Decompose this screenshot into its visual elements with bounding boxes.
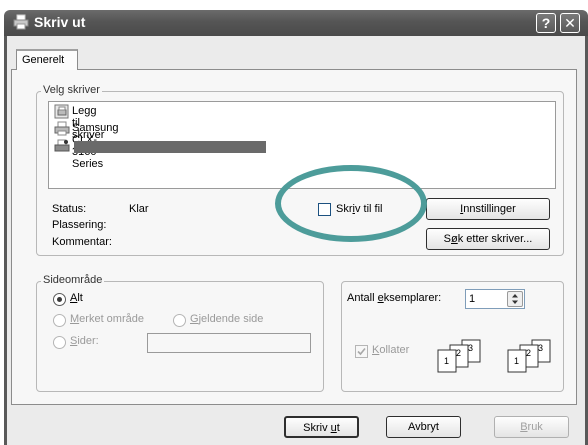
radio-pages-label[interactable]: Sider: — [70, 335, 99, 347]
printer-icon — [54, 139, 70, 152]
copies-input[interactable]: 1 — [465, 289, 525, 309]
status-value: Klar — [129, 203, 149, 215]
svg-text:1: 1 — [444, 356, 449, 366]
radio-selection[interactable] — [53, 314, 66, 327]
cancel-button[interactable]: Avbryt — [386, 416, 461, 438]
collate-checkbox[interactable] — [355, 345, 368, 358]
comment-label: Kommentar: — [52, 236, 112, 248]
checkmark-icon — [357, 347, 366, 356]
tab-generelt[interactable]: Generelt — [16, 49, 78, 70]
find-printer-button[interactable]: Søk etter skriver... — [426, 228, 550, 250]
pages-input[interactable] — [147, 333, 311, 353]
svg-text:2: 2 — [526, 348, 531, 358]
copies-label: Antall eksemplarer: — [347, 292, 442, 304]
print-button[interactable]: Skriv ut — [284, 416, 359, 438]
radio-selected-dot — [57, 297, 62, 302]
settings-button[interactable]: Innstillinger — [426, 198, 550, 220]
close-icon: ✕ — [564, 15, 576, 31]
tab-label: Generelt — [22, 54, 65, 66]
status-label: Status: — [52, 203, 87, 215]
spinner-arrows-icon — [512, 294, 518, 304]
radio-all[interactable] — [53, 293, 66, 306]
radio-current-page[interactable] — [173, 314, 186, 327]
radio-current-page-label[interactable]: Gjeldende side — [190, 313, 263, 325]
printer-group-label: Velg skriver — [41, 84, 102, 96]
svg-text:3: 3 — [468, 343, 473, 353]
page-range-group-label: Sideområde — [41, 274, 105, 286]
help-button[interactable]: ? — [536, 13, 556, 33]
collate-illustration-icon: 3 2 1 3 2 1 — [437, 339, 551, 373]
apply-button[interactable]: Bruk — [494, 416, 569, 438]
collate-label[interactable]: Kollater — [372, 344, 409, 356]
svg-text:2: 2 — [456, 348, 461, 358]
svg-text:1: 1 — [514, 356, 519, 366]
close-button[interactable]: ✕ — [560, 13, 580, 33]
copies-value: 1 — [469, 293, 476, 305]
printer-icon — [54, 121, 70, 136]
redacted-printer-name — [74, 141, 266, 153]
title-bar[interactable]: Skriv ut ? ✕ — [4, 10, 588, 36]
printer-icon — [13, 14, 29, 30]
radio-selection-label[interactable]: Merket område — [70, 313, 144, 325]
location-label: Plassering: — [52, 219, 107, 231]
printer-list-item-redacted[interactable] — [54, 139, 294, 155]
radio-pages[interactable] — [53, 336, 66, 349]
copies-spinner[interactable] — [507, 291, 523, 307]
add-printer-icon — [54, 104, 69, 119]
radio-all-label[interactable]: Alt — [70, 292, 83, 304]
highlight-ring — [275, 165, 427, 242]
window-title: Skriv ut — [34, 14, 86, 30]
svg-text:3: 3 — [538, 343, 543, 353]
